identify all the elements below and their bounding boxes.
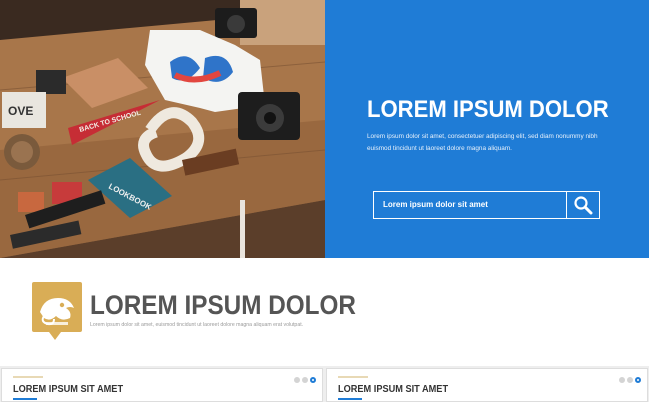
card-pager [619, 377, 641, 383]
card: LOREM IPSUM SIT AMET [326, 368, 648, 402]
pager-dot[interactable] [619, 377, 625, 383]
logo-pointer [49, 332, 61, 340]
brand-title: LOREM IPSUM DOLOR [90, 290, 356, 320]
card-kicker-line [13, 376, 43, 378]
card-kicker-line [338, 376, 368, 378]
pager-dot-active[interactable] [310, 377, 316, 383]
hero-blue-panel: LOREM IPSUM DOLOR Lorem ipsum dolor sit … [325, 0, 649, 258]
chameleon-icon [40, 298, 74, 326]
hero-section: 26 OVE BACK TO SCHOOL LOOKBOOK [0, 0, 649, 258]
search-input[interactable]: Lorem ipsum dolor sit amet [374, 192, 566, 218]
brand-subtitle: Lorem ipsum dolor sit amet, euismod tinc… [90, 322, 304, 328]
card-underline [338, 398, 362, 400]
pager-dot[interactable] [627, 377, 633, 383]
hero-photo: 26 OVE BACK TO SCHOOL LOOKBOOK [0, 0, 325, 258]
card-title: LOREM IPSUM SIT AMET [338, 384, 449, 395]
hero-description: Lorem ipsum dolor sit amet, consectetuer… [367, 133, 598, 152]
cards-row: LOREM IPSUM SIT AMET LOREM IPSUM SIT AME… [0, 366, 649, 402]
pager-dot[interactable] [302, 377, 308, 383]
card-underline [13, 398, 37, 400]
hero-title: LOREM IPSUM DOLOR [367, 96, 609, 123]
card: LOREM IPSUM SIT AMET [1, 368, 323, 402]
search-button[interactable] [566, 192, 599, 218]
magnifier-icon [574, 196, 593, 215]
pager-dot-active[interactable] [635, 377, 641, 383]
brand-section: LOREM IPSUM DOLOR Lorem ipsum dolor sit … [0, 258, 649, 366]
card-title: LOREM IPSUM SIT AMET [13, 384, 124, 395]
card-pager [294, 377, 316, 383]
search-box[interactable]: Lorem ipsum dolor sit amet [373, 191, 600, 219]
brand-logo [32, 282, 82, 332]
pager-dot[interactable] [294, 377, 300, 383]
badge-text: OVE [8, 104, 33, 118]
desk-flatlay-illustration: 26 OVE BACK TO SCHOOL LOOKBOOK [0, 0, 325, 258]
